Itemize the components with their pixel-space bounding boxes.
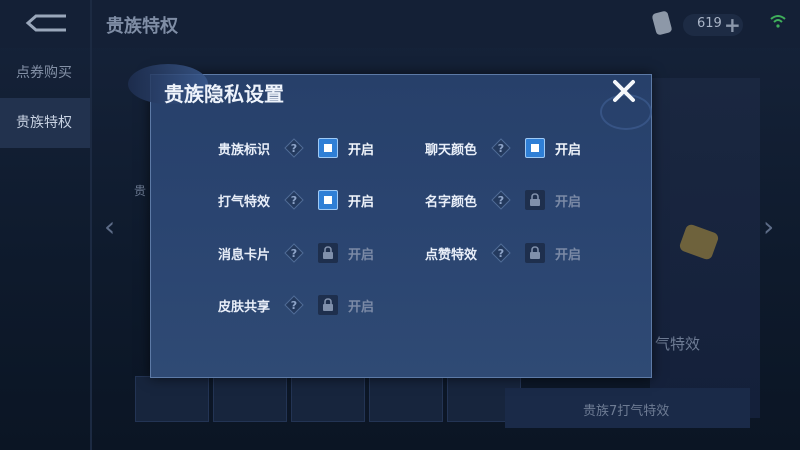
toggle-status-label: 开启 [555, 195, 582, 210]
currency-value: 619 [697, 16, 722, 31]
toggle-status-label: 开启 [348, 300, 375, 315]
close-icon [613, 80, 635, 102]
previous-arrow-icon[interactable]: ‹ [104, 210, 115, 243]
effect-button-label: 贵族7打气特效 [583, 404, 670, 419]
page-title: 贵族特权 [106, 16, 178, 37]
svg-text:?: ? [291, 247, 297, 260]
background-label: 贵 [134, 184, 147, 198]
side-menu-item-privileges[interactable]: 贵族特权 [0, 98, 90, 148]
toggle-status-label: 开启 [348, 195, 375, 210]
help-icon[interactable]: ? [491, 190, 511, 210]
back-arrow-icon [25, 14, 66, 32]
side-menu-item-purchase[interactable]: 点券购买 [0, 48, 90, 98]
card-slot[interactable] [291, 376, 365, 422]
help-icon[interactable]: ? [491, 138, 511, 158]
wifi-icon [770, 14, 786, 28]
card-slot[interactable] [135, 376, 209, 422]
setting-label: 打气特效 [218, 195, 271, 210]
svg-text:?: ? [291, 142, 297, 155]
close-button[interactable] [609, 76, 639, 106]
svg-text:?: ? [498, 247, 504, 260]
setting-label: 消息卡片 [218, 248, 271, 263]
dialog-title: 贵族隐私设置 [164, 82, 284, 106]
sidebar-divider [90, 0, 92, 450]
toggle-checkbox[interactable] [525, 138, 545, 158]
toggle-checkbox[interactable] [318, 190, 338, 210]
side-menu: 点券购买 贵族特权 [0, 48, 90, 148]
lock-icon [525, 190, 545, 210]
toggle-status-label: 开启 [348, 143, 375, 158]
add-currency-icon[interactable]: + [724, 13, 741, 37]
card-slot[interactable] [369, 376, 443, 422]
toggle-status-label: 开启 [348, 248, 375, 263]
toggle-checkbox[interactable] [318, 138, 338, 158]
help-icon[interactable]: ? [284, 243, 304, 263]
setting-label: 聊天颜色 [425, 143, 478, 158]
setting-label: 贵族标识 [218, 143, 271, 158]
help-icon[interactable]: ? [284, 190, 304, 210]
privacy-settings-dialog [150, 74, 652, 378]
help-icon[interactable]: ? [284, 295, 304, 315]
lock-icon [525, 243, 545, 263]
lock-icon [318, 243, 338, 263]
back-button[interactable] [22, 10, 72, 36]
card-slot[interactable] [213, 376, 287, 422]
card-row [135, 376, 521, 422]
svg-text:?: ? [291, 194, 297, 207]
toggle-status-label: 开启 [555, 143, 582, 158]
setting-label: 点赞特效 [425, 248, 478, 263]
setting-label: 名字颜色 [425, 195, 478, 210]
svg-text:?: ? [291, 299, 297, 312]
svg-text:?: ? [498, 142, 504, 155]
toggle-status-label: 开启 [555, 248, 582, 263]
help-icon[interactable]: ? [491, 243, 511, 263]
lock-icon [318, 295, 338, 315]
svg-text:?: ? [498, 194, 504, 207]
preview-label: 气特效 [655, 335, 701, 353]
help-icon[interactable]: ? [284, 138, 304, 158]
setting-label: 皮肤共享 [218, 300, 271, 315]
next-arrow-icon[interactable]: › [763, 210, 774, 243]
